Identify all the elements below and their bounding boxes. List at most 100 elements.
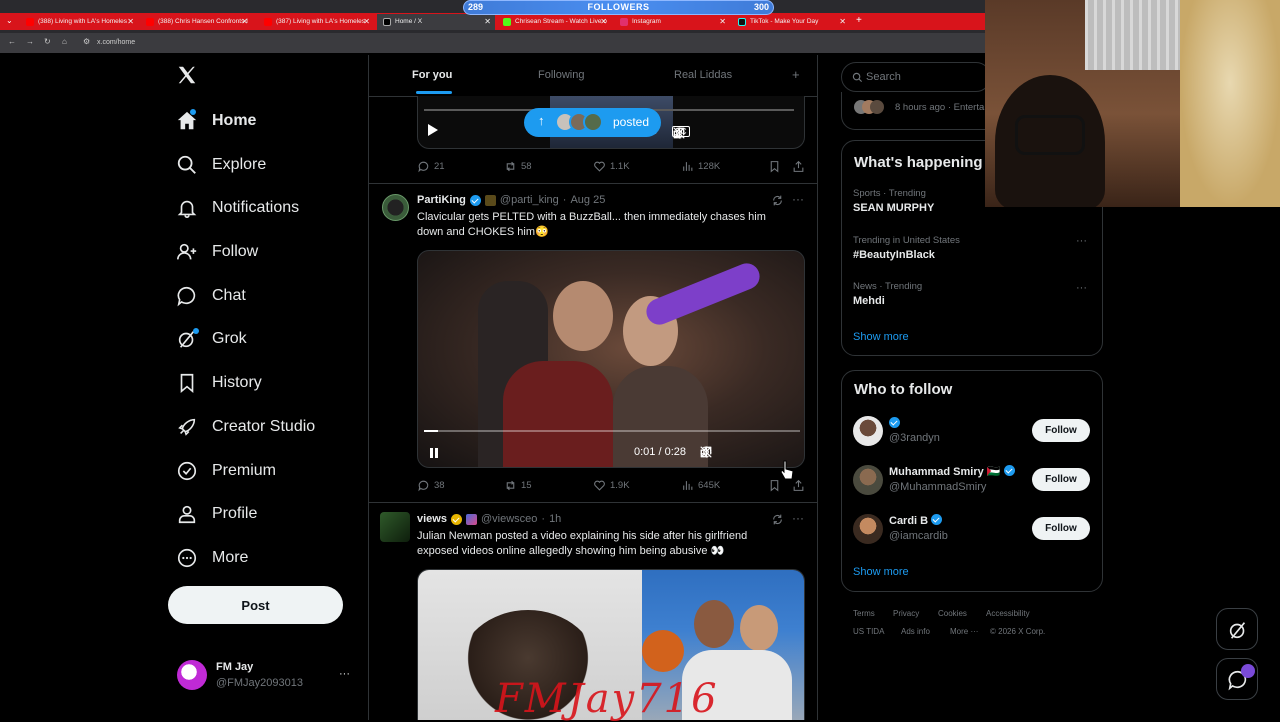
search-icon bbox=[177, 155, 196, 174]
post-date[interactable]: 1h bbox=[549, 513, 561, 525]
mouse-cursor-icon bbox=[780, 460, 794, 480]
footer-link[interactable]: Privacy bbox=[893, 609, 919, 618]
follow-button[interactable]: Follow bbox=[1032, 517, 1090, 540]
post-button[interactable]: Post bbox=[168, 586, 343, 624]
browser-tab[interactable]: (387) Living with LA's Homeles ✕ bbox=[258, 14, 374, 30]
suggestion-name[interactable]: Cardi B bbox=[889, 514, 943, 527]
browser-tab[interactable]: Instagram ✕ bbox=[614, 14, 730, 30]
reply-button[interactable]: 38 bbox=[417, 479, 445, 492]
post-more-icon[interactable]: ··· bbox=[792, 192, 804, 206]
share-icon[interactable] bbox=[792, 160, 805, 173]
post-video[interactable]: 0:01 / 0:28 bbox=[417, 250, 805, 468]
browser-tab[interactable]: (388) Living with LA's Homeles ✕ bbox=[20, 14, 138, 30]
grok-explain-icon[interactable] bbox=[771, 194, 784, 207]
search-input[interactable]: Search bbox=[866, 71, 901, 83]
sidebar-item-follow[interactable]: Follow bbox=[176, 237, 258, 267]
account-avatar[interactable] bbox=[177, 660, 207, 690]
suggestion-avatar[interactable] bbox=[853, 416, 883, 446]
like-button[interactable]: 1.9K bbox=[593, 479, 630, 492]
trend-title[interactable]: Mehdi bbox=[853, 295, 885, 307]
show-more-suggestions[interactable]: Show more bbox=[853, 566, 909, 578]
play-icon[interactable] bbox=[428, 124, 438, 136]
video-progress-track[interactable] bbox=[424, 430, 800, 432]
author-name[interactable]: PartiKing bbox=[417, 194, 466, 206]
tab-for-you[interactable]: For you bbox=[412, 69, 452, 81]
reload-icon[interactable]: ↻ bbox=[44, 37, 51, 46]
sidebar-item-history[interactable]: History bbox=[176, 368, 262, 398]
sidebar-item-explore[interactable]: Explore bbox=[176, 150, 266, 180]
follow-button[interactable]: Follow bbox=[1032, 468, 1090, 491]
grok-floating-button[interactable] bbox=[1216, 608, 1258, 650]
browser-tab[interactable]: Chrisean Stream - Watch Live o ✕ bbox=[497, 14, 611, 30]
show-more-trends[interactable]: Show more bbox=[853, 331, 909, 343]
video-controls: CC bbox=[672, 126, 690, 140]
like-button[interactable]: 1.1K bbox=[593, 160, 630, 173]
browser-tab[interactable]: (388) Chris Hansen Confronts I ✕ bbox=[140, 14, 252, 30]
site-info-icon[interactable]: ⚙ bbox=[83, 37, 90, 46]
sidebar-item-home[interactable]: Home bbox=[176, 106, 256, 136]
column-divider bbox=[817, 55, 818, 720]
post-more-icon[interactable]: ··· bbox=[792, 511, 804, 525]
follow-button[interactable]: Follow bbox=[1032, 419, 1090, 442]
share-icon[interactable] bbox=[792, 479, 805, 492]
search-box[interactable]: Search bbox=[841, 62, 991, 92]
sidebar-item-grok[interactable]: Grok bbox=[176, 324, 247, 354]
suggestion-name[interactable] bbox=[889, 417, 900, 430]
reply-button[interactable]: 21 bbox=[417, 160, 445, 173]
footer-link[interactable]: US TIDA bbox=[853, 627, 884, 636]
author-handle[interactable]: @viewsceo bbox=[481, 513, 537, 525]
forward-icon[interactable]: → bbox=[26, 37, 34, 46]
pause-icon[interactable] bbox=[430, 448, 433, 458]
sidebar-item-profile[interactable]: Profile bbox=[176, 499, 257, 529]
sidebar-item-more[interactable]: More bbox=[176, 543, 248, 573]
views-button[interactable]: 128K bbox=[681, 160, 720, 173]
tab-following[interactable]: Following bbox=[538, 69, 584, 81]
views-button[interactable]: 645K bbox=[681, 479, 720, 492]
fullscreen-icon[interactable] bbox=[672, 126, 686, 140]
suggestion-avatar[interactable] bbox=[853, 514, 883, 544]
video-progress-fill bbox=[424, 430, 438, 432]
chat-floating-button[interactable] bbox=[1216, 658, 1258, 700]
sidebar-item-notifications[interactable]: Notifications bbox=[176, 193, 299, 223]
footer-link[interactable]: Terms bbox=[853, 609, 875, 618]
browser-tab[interactable]: TikTok - Make Your Day ✕ bbox=[732, 14, 850, 30]
video-object bbox=[642, 259, 764, 329]
x-logo-icon[interactable] bbox=[176, 64, 198, 91]
author-name[interactable]: views bbox=[417, 513, 447, 525]
url-field[interactable]: x.com/home bbox=[97, 39, 135, 46]
author-handle[interactable]: @parti_king bbox=[500, 194, 559, 206]
account-more-button[interactable]: ··· bbox=[339, 668, 350, 680]
new-posts-pill[interactable]: ↑ posted bbox=[524, 108, 661, 137]
sidebar-item-chat[interactable]: Chat bbox=[176, 281, 246, 311]
home-page-icon[interactable]: ⌂ bbox=[62, 37, 67, 46]
tab-real-liddas[interactable]: Real Liddas bbox=[674, 69, 732, 81]
post-date[interactable]: Aug 25 bbox=[570, 194, 605, 206]
back-icon[interactable]: ← bbox=[8, 37, 16, 46]
bookmark-icon[interactable] bbox=[768, 160, 781, 173]
fullscreen-icon[interactable] bbox=[699, 445, 713, 459]
footer-link[interactable]: Ads info bbox=[901, 627, 930, 636]
repost-button[interactable]: 15 bbox=[504, 479, 532, 492]
repost-button[interactable]: 58 bbox=[504, 160, 532, 173]
suggestion-avatar[interactable] bbox=[853, 465, 883, 495]
sidebar-item-premium[interactable]: Premium bbox=[176, 456, 276, 486]
suggestion-name[interactable]: Muhammad Smiry 🇵🇸 bbox=[889, 465, 1015, 478]
browser-tab-active[interactable]: Home / X ✕ bbox=[377, 14, 495, 30]
trend-title[interactable]: #BeautyInBlack bbox=[853, 249, 935, 261]
author-avatar[interactable] bbox=[382, 194, 409, 221]
trend-more-icon[interactable]: ··· bbox=[1076, 282, 1087, 294]
footer-link[interactable]: Cookies bbox=[938, 609, 967, 618]
post-text-line: Clavicular gets PELTED with a BuzzBall..… bbox=[417, 211, 766, 223]
person-icon bbox=[178, 505, 196, 524]
bookmark-icon[interactable] bbox=[768, 479, 781, 492]
footer-link[interactable]: More ··· bbox=[950, 627, 978, 636]
new-tab-button[interactable]: + bbox=[856, 15, 862, 26]
author-avatar[interactable] bbox=[380, 512, 410, 542]
footer-link[interactable]: Accessibility bbox=[986, 609, 1030, 618]
sidebar-item-creator-studio[interactable]: Creator Studio bbox=[176, 412, 315, 442]
add-tab-button[interactable]: + bbox=[792, 67, 800, 82]
grok-explain-icon[interactable] bbox=[771, 513, 784, 526]
tab-list-chevron-icon[interactable]: ⌄ bbox=[6, 16, 13, 25]
trend-more-icon[interactable]: ··· bbox=[1076, 235, 1087, 247]
trend-title[interactable]: SEAN MURPHY bbox=[853, 202, 934, 214]
